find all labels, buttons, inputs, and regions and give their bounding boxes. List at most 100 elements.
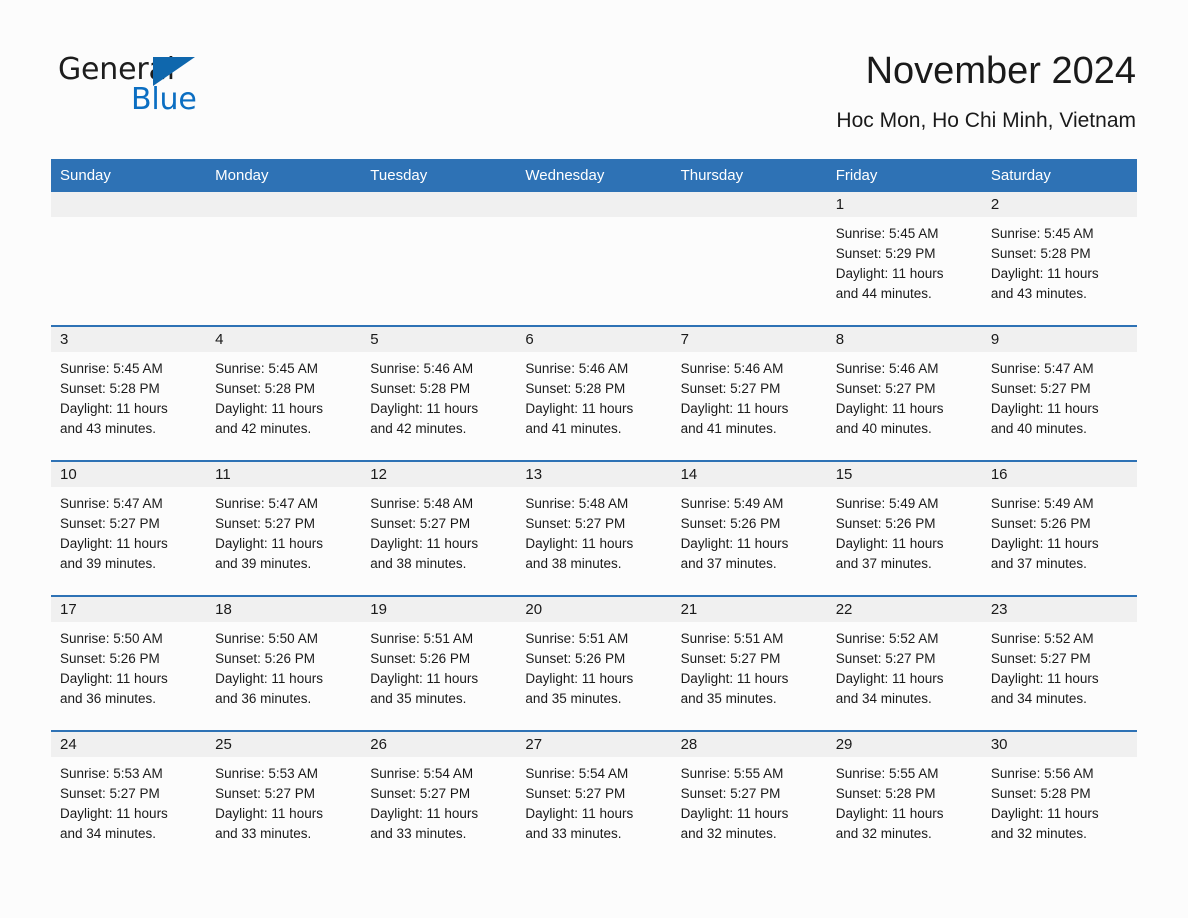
sunset-time: Sunset: 5:27 PM <box>525 516 626 531</box>
calendar-day-cell[interactable]: 27 Sunrise: 5:54 AM Sunset: 5:27 PM Dayligh… <box>516 730 672 865</box>
calendar-day-cell[interactable]: 4 Sunrise: 5:45 AM Sunset: 5:28 PM Daylight… <box>206 325 362 461</box>
sunset-time: Sunset: 5:27 PM <box>990 381 1091 396</box>
calendar-day-cell[interactable]: 1 Sunrise: 5:45 AM Sunset: 5:29 PM Daylight… <box>826 192 982 326</box>
day-details: Sunrise: 5:45 AM Sunset: 5:29 PM Daylight:… <box>827 217 982 304</box>
sunrise-time: Sunrise: 5:46 AM <box>525 361 629 376</box>
day-number: 25 <box>206 732 362 757</box>
sunset-time: Sunset: 5:27 PM <box>60 516 160 531</box>
daylight-duration-line2: and 32 minutes. <box>990 826 1087 841</box>
day-details: Sunrise: 5:47 AM Sunset: 5:27 PM Daylight:… <box>982 352 1137 439</box>
day-number: 27 <box>516 732 672 757</box>
sunrise-time: Sunrise: 5:56 AM <box>990 766 1094 781</box>
calendar-cell-empty <box>51 192 207 326</box>
daylight-duration-line2: and 38 minutes. <box>370 556 467 571</box>
sunset-time: Sunset: 5:28 PM <box>990 786 1091 801</box>
day-number: 3 <box>51 327 207 352</box>
sunset-time: Sunset: 5:29 PM <box>835 246 936 261</box>
daylight-duration-line1: Daylight: 11 hours <box>990 806 1099 821</box>
sunset-time: Sunset: 5:27 PM <box>370 516 471 531</box>
calendar-day-cell[interactable]: 17 Sunrise: 5:50 AM Sunset: 5:26 PM Dayligh… <box>51 595 207 731</box>
calendar-table: Sunday Monday Tuesday Wednesday Thursday… <box>51 159 1137 865</box>
calendar-day-cell[interactable]: 10 Sunrise: 5:47 AM Sunset: 5:27 PM Dayligh… <box>51 460 207 596</box>
calendar-day-cell[interactable]: 2 Sunrise: 5:45 AM Sunset: 5:28 PM Daylight… <box>981 192 1137 326</box>
calendar-day-cell[interactable]: 11 Sunrise: 5:47 AM Sunset: 5:27 PM Dayligh… <box>206 460 362 596</box>
day-number: 1 <box>826 192 982 217</box>
calendar-day-cell[interactable]: 22 Sunrise: 5:52 AM Sunset: 5:27 PM Dayligh… <box>826 595 982 731</box>
day-number: 14 <box>671 462 827 487</box>
calendar-day-cell[interactable]: 18 Sunrise: 5:50 AM Sunset: 5:26 PM Dayligh… <box>206 595 362 731</box>
calendar-week-row: 17 Sunrise: 5:50 AM Sunset: 5:26 PM Dayligh… <box>51 595 1137 731</box>
day-number <box>206 192 362 217</box>
day-details: Sunrise: 5:49 AM Sunset: 5:26 PM Daylight:… <box>827 487 982 574</box>
calendar-day-cell[interactable]: 3 Sunrise: 5:45 AM Sunset: 5:28 PM Daylight… <box>51 325 207 461</box>
calendar-day-cell[interactable]: 16 Sunrise: 5:49 AM Sunset: 5:26 PM Dayligh… <box>981 460 1137 596</box>
daylight-duration-line1: Daylight: 11 hours <box>680 536 789 551</box>
daylight-duration-line1: Daylight: 11 hours <box>60 671 168 686</box>
calendar-day-cell[interactable]: 13 Sunrise: 5:48 AM Sunset: 5:27 PM Dayligh… <box>516 460 672 596</box>
day-details: Sunrise: 5:50 AM Sunset: 5:26 PM Daylight:… <box>206 622 361 709</box>
daylight-duration-line1: Daylight: 11 hours <box>215 401 323 416</box>
daylight-duration-line1: Daylight: 11 hours <box>215 806 323 821</box>
sunset-time: Sunset: 5:26 PM <box>525 651 626 666</box>
daylight-duration-line1: Daylight: 11 hours <box>835 266 944 281</box>
day-number: 26 <box>361 732 517 757</box>
calendar-day-cell[interactable]: 26 Sunrise: 5:54 AM Sunset: 5:27 PM Dayligh… <box>361 730 517 865</box>
calendar-day-cell[interactable]: 24 Sunrise: 5:53 AM Sunset: 5:27 PM Dayligh… <box>51 730 207 865</box>
page-header: General Blue November 2024 Hoc Mon, Ho C… <box>0 0 1188 155</box>
sunrise-time: Sunrise: 5:51 AM <box>525 631 629 646</box>
day-details: Sunrise: 5:54 AM Sunset: 5:27 PM Daylight:… <box>516 757 671 844</box>
daylight-duration-line2: and 35 minutes. <box>370 691 467 706</box>
calendar-day-cell[interactable]: 14 Sunrise: 5:49 AM Sunset: 5:26 PM Dayligh… <box>671 460 827 596</box>
calendar-container: Sunday Monday Tuesday Wednesday Thursday… <box>51 159 1137 865</box>
day-number: 16 <box>981 462 1137 487</box>
calendar-week-row: 24 Sunrise: 5:53 AM Sunset: 5:27 PM Dayligh… <box>51 730 1137 865</box>
day-details: Sunrise: 5:45 AM Sunset: 5:28 PM Daylight:… <box>51 352 206 439</box>
sunset-time: Sunset: 5:26 PM <box>990 516 1091 531</box>
calendar-day-cell[interactable]: 25 Sunrise: 5:53 AM Sunset: 5:27 PM Dayligh… <box>206 730 362 865</box>
daylight-duration-line1: Daylight: 11 hours <box>835 806 944 821</box>
daylight-duration-line2: and 34 minutes. <box>60 826 157 841</box>
calendar-day-cell[interactable]: 8 Sunrise: 5:46 AM Sunset: 5:27 PM Daylight… <box>826 325 982 461</box>
calendar-day-cell[interactable]: 15 Sunrise: 5:49 AM Sunset: 5:26 PM Dayligh… <box>826 460 982 596</box>
weekday-header-thursday: Thursday <box>671 159 827 192</box>
day-details: Sunrise: 5:56 AM Sunset: 5:28 PM Daylight:… <box>982 757 1137 844</box>
sunset-time: Sunset: 5:26 PM <box>370 651 471 666</box>
calendar-day-cell[interactable]: 9 Sunrise: 5:47 AM Sunset: 5:27 PM Daylight… <box>981 325 1137 461</box>
day-number: 30 <box>981 732 1137 757</box>
calendar-day-cell[interactable]: 28 Sunrise: 5:55 AM Sunset: 5:27 PM Dayligh… <box>671 730 827 865</box>
sunrise-time: Sunrise: 5:50 AM <box>215 631 318 646</box>
calendar-day-cell[interactable]: 23 Sunrise: 5:52 AM Sunset: 5:27 PM Dayligh… <box>981 595 1137 731</box>
daylight-duration-line1: Daylight: 11 hours <box>990 671 1099 686</box>
day-details: Sunrise: 5:55 AM Sunset: 5:27 PM Daylight:… <box>672 757 827 844</box>
daylight-duration-line1: Daylight: 11 hours <box>680 671 789 686</box>
sunset-time: Sunset: 5:26 PM <box>215 651 315 666</box>
calendar-day-cell[interactable]: 19 Sunrise: 5:51 AM Sunset: 5:26 PM Dayligh… <box>361 595 517 731</box>
calendar-day-cell[interactable]: 6 Sunrise: 5:46 AM Sunset: 5:28 PM Daylight… <box>516 325 672 461</box>
sunset-time: Sunset: 5:27 PM <box>525 786 626 801</box>
calendar-day-cell[interactable]: 21 Sunrise: 5:51 AM Sunset: 5:27 PM Dayligh… <box>671 595 827 731</box>
day-number: 9 <box>981 327 1137 352</box>
sunset-time: Sunset: 5:27 PM <box>680 651 781 666</box>
day-number: 5 <box>361 327 517 352</box>
sunrise-time: Sunrise: 5:53 AM <box>60 766 163 781</box>
calendar-day-cell[interactable]: 12 Sunrise: 5:48 AM Sunset: 5:27 PM Dayligh… <box>361 460 517 596</box>
daylight-duration-line2: and 35 minutes. <box>680 691 777 706</box>
calendar-cell-empty <box>206 192 362 326</box>
calendar-day-cell[interactable]: 7 Sunrise: 5:46 AM Sunset: 5:27 PM Daylight… <box>671 325 827 461</box>
sunrise-time: Sunrise: 5:45 AM <box>835 226 939 241</box>
day-number <box>516 192 672 217</box>
calendar-day-cell[interactable]: 5 Sunrise: 5:46 AM Sunset: 5:28 PM Daylight… <box>361 325 517 461</box>
sunrise-time: Sunrise: 5:52 AM <box>835 631 939 646</box>
calendar-day-cell[interactable]: 29 Sunrise: 5:55 AM Sunset: 5:28 PM Dayligh… <box>826 730 982 865</box>
day-number <box>671 192 827 217</box>
sunset-time: Sunset: 5:27 PM <box>370 786 471 801</box>
sunset-time: Sunset: 5:28 PM <box>370 381 471 396</box>
sunrise-time: Sunrise: 5:49 AM <box>680 496 784 511</box>
calendar-day-cell[interactable]: 20 Sunrise: 5:51 AM Sunset: 5:26 PM Dayligh… <box>516 595 672 731</box>
calendar-day-cell[interactable]: 30 Sunrise: 5:56 AM Sunset: 5:28 PM Dayligh… <box>981 730 1137 865</box>
daylight-duration-line1: Daylight: 11 hours <box>370 401 479 416</box>
day-details: Sunrise: 5:52 AM Sunset: 5:27 PM Daylight:… <box>982 622 1137 709</box>
day-details: Sunrise: 5:46 AM Sunset: 5:28 PM Daylight:… <box>361 352 516 439</box>
sunset-time: Sunset: 5:26 PM <box>835 516 936 531</box>
day-details: Sunrise: 5:55 AM Sunset: 5:28 PM Daylight:… <box>827 757 982 844</box>
